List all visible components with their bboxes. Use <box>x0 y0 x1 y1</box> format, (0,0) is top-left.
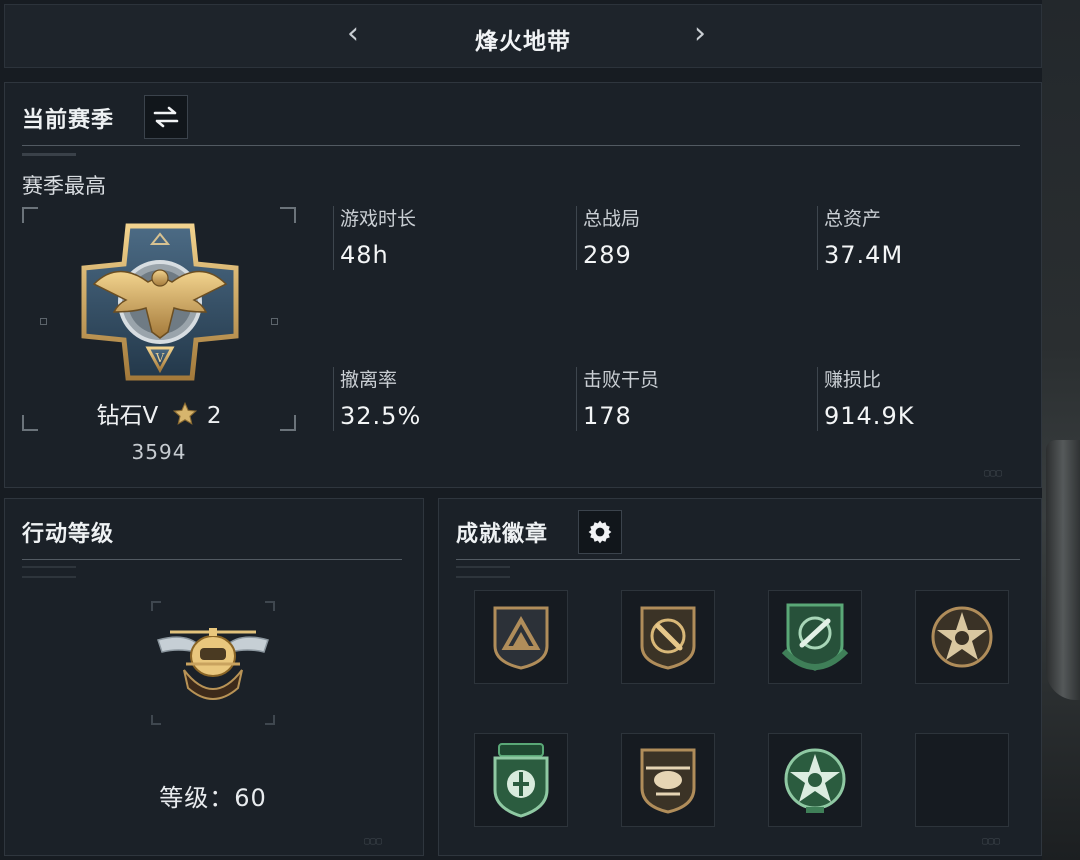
star-skull-green-badge-icon <box>784 748 846 813</box>
stat-label: 总战局 <box>583 208 641 230</box>
background-scene <box>1042 0 1080 860</box>
decor-dash <box>456 576 510 578</box>
decor-code: ▢▢▢ <box>984 468 1003 479</box>
helicopter-wings-emblem-icon <box>157 628 269 700</box>
decor-dash <box>456 566 510 568</box>
chevron-right-icon[interactable]: › <box>685 19 715 53</box>
helicopter-shield-badge-icon <box>640 748 696 814</box>
rank-points: 3594 <box>131 440 187 464</box>
weapon-background-image <box>1046 440 1080 700</box>
swap-arrows-icon <box>153 106 179 128</box>
stat-label: 击败干员 <box>583 369 660 391</box>
mode-header: ‹ 烽火地带 › <box>4 4 1042 68</box>
rank-name-row: 钻石V 2 <box>24 396 294 430</box>
stat-operators-defeated: 击败干员 178 <box>576 367 659 431</box>
stat-value: 37.4M <box>824 241 904 269</box>
stat-label: 赚损比 <box>824 369 882 391</box>
season-switch-button[interactable] <box>144 95 188 139</box>
stat-value: 178 <box>583 402 632 430</box>
stat-value: 48h <box>340 241 389 269</box>
badges-settings-button[interactable] <box>578 510 622 554</box>
stat-label: 撤离率 <box>340 369 398 391</box>
medkit-shield-badge-icon <box>493 743 549 818</box>
decor-dash <box>22 153 76 156</box>
rank-name: 钻石V <box>96 403 159 429</box>
stat-value: 32.5% <box>340 402 422 430</box>
stat-profit-loss-ratio: 赚损比 914.9K <box>817 367 914 431</box>
star-icon <box>172 401 197 425</box>
stat-value: 914.9K <box>824 402 915 430</box>
badge-slot[interactable] <box>768 733 862 827</box>
level-title: 行动等级 <box>22 522 115 547</box>
season-title: 当前赛季 <box>22 108 115 133</box>
badges-title: 成就徽章 <box>456 522 549 547</box>
badge-slot-empty[interactable] <box>915 733 1009 827</box>
stat-play-time: 游戏时长 48h <box>333 206 416 270</box>
stat-label: 总资产 <box>824 208 882 230</box>
level-value: 等级：60 <box>159 784 267 812</box>
rank-stars: 2 <box>206 403 222 429</box>
diamond-eagle-emblem-icon: V <box>81 223 239 381</box>
decor-dash <box>22 576 76 578</box>
season-best-label: 赛季最高 <box>22 174 106 198</box>
triangle-shield-badge-icon <box>493 606 549 670</box>
badge-slot[interactable] <box>621 733 715 827</box>
gear-icon <box>588 520 612 544</box>
mode-title: 烽火地带 <box>475 29 571 55</box>
badge-slot[interactable] <box>474 733 568 827</box>
stat-value: 289 <box>583 241 632 269</box>
knife-shield-badge-icon <box>640 606 696 670</box>
rocket-shield-badge-icon <box>781 603 849 671</box>
svg-text:V: V <box>155 351 165 365</box>
decor-dash <box>22 566 76 568</box>
decor-code: ▢▢▢ <box>982 836 1001 847</box>
badges-divider <box>456 559 1020 560</box>
stat-extraction-rate: 撤离率 32.5% <box>333 367 421 431</box>
level-divider <box>22 559 402 560</box>
badge-slot[interactable] <box>474 590 568 684</box>
badge-slot[interactable] <box>621 590 715 684</box>
stat-label: 游戏时长 <box>340 208 417 230</box>
badge-slot[interactable] <box>915 590 1009 684</box>
decor-code: ▢▢▢ <box>364 836 383 847</box>
star-skull-badge-icon <box>931 606 993 668</box>
badge-slot[interactable] <box>768 590 862 684</box>
stat-total-matches: 总战局 289 <box>576 206 640 270</box>
stat-total-assets: 总资产 37.4M <box>817 206 903 270</box>
season-divider <box>22 145 1020 146</box>
